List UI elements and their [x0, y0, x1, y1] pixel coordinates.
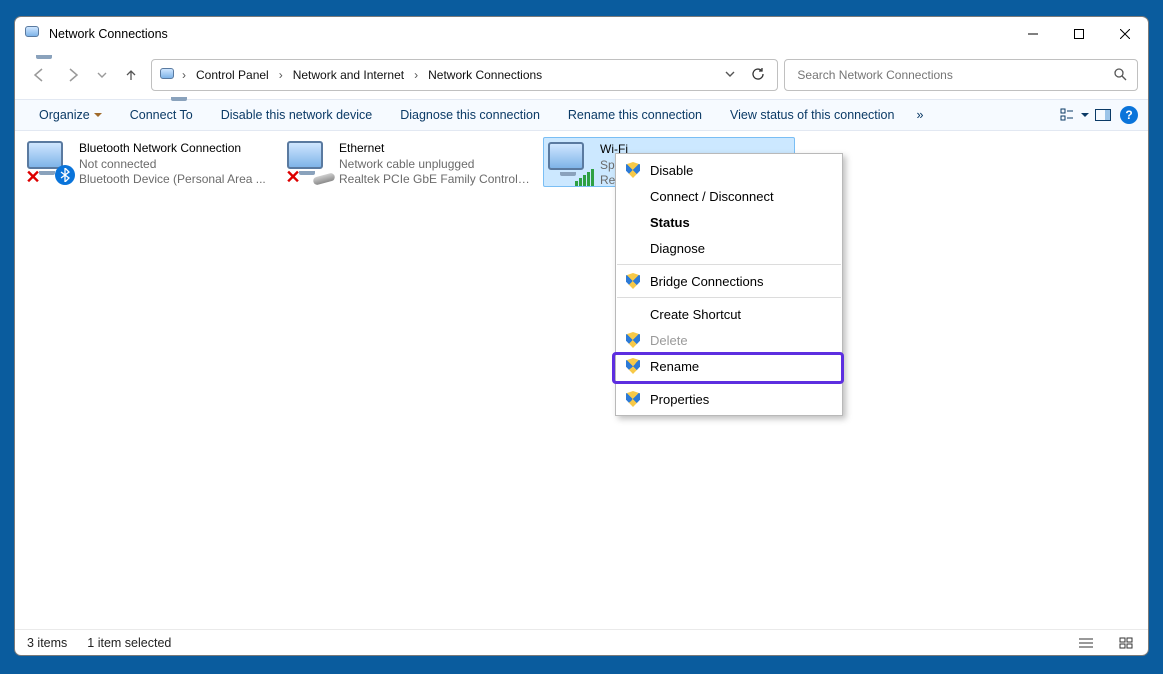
help-button[interactable]: ?: [1120, 106, 1138, 124]
menu-separator: [617, 297, 841, 298]
adapter-icon: ✕: [287, 141, 331, 181]
wifi-signal-icon: [575, 169, 594, 186]
chevron-right-icon: ›: [277, 68, 285, 82]
diagnose-connection-button[interactable]: Diagnose this connection: [386, 100, 554, 130]
menu-item-disable[interactable]: Disable: [616, 157, 842, 183]
search-icon[interactable]: [1113, 67, 1127, 84]
organize-menu[interactable]: Organize: [25, 100, 116, 130]
rename-connection-button[interactable]: Rename this connection: [554, 100, 716, 130]
menu-item-status[interactable]: Status: [616, 209, 842, 235]
disconnected-icon: ✕: [285, 169, 301, 185]
status-item-count: 3 items: [27, 636, 67, 650]
shield-icon: [624, 391, 642, 407]
organize-label: Organize: [39, 108, 90, 122]
menu-item-diagnose[interactable]: Diagnose: [616, 235, 842, 261]
adapter-status: Not connected: [79, 157, 266, 173]
shield-icon: [624, 273, 642, 289]
titlebar: Network Connections: [15, 17, 1148, 51]
menu-separator: [617, 382, 841, 383]
menu-separator: [617, 264, 841, 265]
adapter-device: Bluetooth Device (Personal Area ...: [79, 172, 266, 188]
up-button[interactable]: [117, 61, 145, 89]
command-bar: Organize Connect To Disable this network…: [15, 99, 1148, 131]
preview-pane-button[interactable]: [1092, 100, 1114, 130]
adapter-item-bluetooth[interactable]: ✕ Bluetooth Network Connection Not conne…: [23, 137, 275, 187]
refresh-button[interactable]: [745, 67, 771, 84]
close-button[interactable]: [1102, 18, 1148, 50]
shield-icon: [624, 358, 642, 374]
status-bar: 3 items 1 item selected: [15, 629, 1148, 655]
connect-to-button[interactable]: Connect To: [116, 100, 207, 130]
search-box[interactable]: [784, 59, 1138, 91]
app-icon: [25, 26, 41, 42]
disable-device-button[interactable]: Disable this network device: [207, 100, 386, 130]
adapter-icon: [548, 142, 592, 182]
ethernet-icon: [312, 172, 335, 185]
breadcrumb-item[interactable]: Control Panel: [192, 68, 273, 82]
breadcrumb-item[interactable]: Network and Internet: [289, 68, 408, 82]
adapter-list: ✕ Bluetooth Network Connection Not conne…: [15, 131, 1148, 629]
view-options-button[interactable]: [1056, 100, 1078, 130]
address-dropdown[interactable]: [719, 68, 741, 82]
menu-item-bridge[interactable]: Bridge Connections: [616, 268, 842, 294]
menu-item-create-shortcut[interactable]: Create Shortcut: [616, 301, 842, 327]
chevron-right-icon: ›: [180, 68, 188, 82]
breadcrumb-item[interactable]: Network Connections: [424, 68, 546, 82]
menu-item-connect-disconnect[interactable]: Connect / Disconnect: [616, 183, 842, 209]
status-selection: 1 item selected: [87, 636, 171, 650]
search-input[interactable]: [795, 67, 1107, 83]
chevron-right-icon: ›: [412, 68, 420, 82]
maximize-button[interactable]: [1056, 18, 1102, 50]
location-icon: [160, 68, 174, 82]
adapter-device: Realtek PCIe GbE Family Controller: [339, 172, 531, 188]
navigation-bar: › Control Panel › Network and Internet ›…: [15, 51, 1148, 99]
menu-item-delete: Delete: [616, 327, 842, 353]
adapter-item-ethernet[interactable]: ✕ Ethernet Network cable unplugged Realt…: [283, 137, 535, 187]
adapter-name: Bluetooth Network Connection: [79, 141, 266, 157]
minimize-button[interactable]: [1010, 18, 1056, 50]
adapter-name: Ethernet: [339, 141, 531, 157]
forward-button[interactable]: [59, 61, 87, 89]
menu-item-properties[interactable]: Properties: [616, 386, 842, 412]
adapter-icon: ✕: [27, 141, 71, 181]
window-title: Network Connections: [49, 27, 168, 41]
shield-icon: [624, 162, 642, 178]
menu-item-rename[interactable]: Rename: [616, 353, 842, 379]
back-button[interactable]: [25, 61, 53, 89]
details-view-button[interactable]: [1076, 637, 1096, 649]
address-bar[interactable]: › Control Panel › Network and Internet ›…: [151, 59, 778, 91]
large-icons-view-button[interactable]: [1116, 637, 1136, 649]
toolbar-overflow[interactable]: »: [908, 100, 931, 130]
network-connections-window: Network Connections › Con: [14, 16, 1149, 656]
context-menu: Disable Connect / Disconnect Status Diag…: [615, 153, 843, 416]
view-options-dropdown[interactable]: [1078, 100, 1092, 130]
history-dropdown[interactable]: [93, 61, 111, 89]
adapter-status: Network cable unplugged: [339, 157, 531, 173]
bluetooth-icon: [55, 165, 75, 185]
view-status-button[interactable]: View status of this connection: [716, 100, 908, 130]
disconnected-icon: ✕: [25, 169, 41, 185]
shield-icon: [624, 332, 642, 348]
